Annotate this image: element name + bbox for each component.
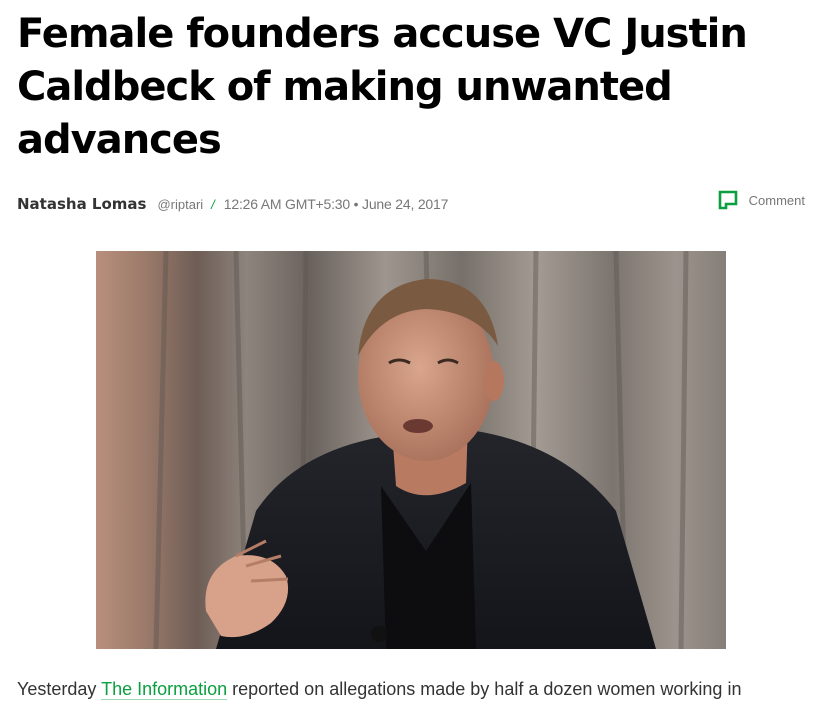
body-prefix: Yesterday <box>17 679 102 699</box>
comment-button[interactable]: Comment <box>718 190 805 210</box>
body-suffix: reported on allegations made by half a d… <box>227 679 742 699</box>
the-information-link[interactable]: The Information <box>101 679 228 700</box>
comment-label: Comment <box>748 192 805 208</box>
hero-image <box>96 251 726 649</box>
article-page: Female founders accuse VC Justin Caldbec… <box>0 0 815 702</box>
byline: Natasha Lomas @riptari / 12:26 AM GMT+5:… <box>17 192 448 216</box>
article-body-paragraph: Yesterday The Information reported on al… <box>17 677 812 701</box>
article-dateline: 12:26 AM GMT+5:30 • June 24, 2017 <box>223 196 449 212</box>
byline-separator: / <box>211 196 215 212</box>
article-headline: Female founders accuse VC Justin Caldbec… <box>17 11 748 163</box>
comment-icon <box>718 190 738 210</box>
author-link[interactable]: Natasha Lomas <box>17 195 146 213</box>
author-twitter-handle[interactable]: @riptari <box>157 197 203 212</box>
